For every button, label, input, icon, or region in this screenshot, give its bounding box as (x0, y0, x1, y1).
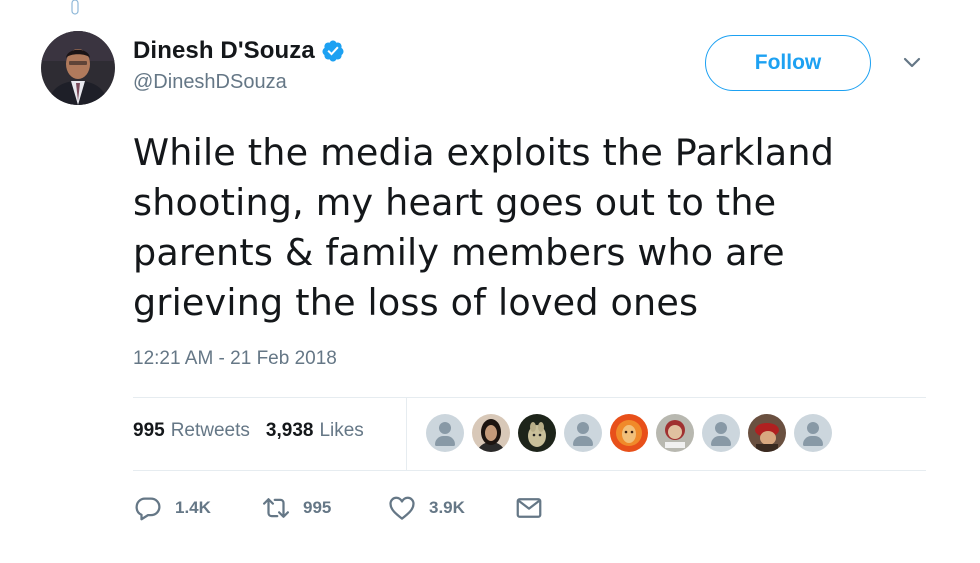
tweet-line: grieving the loss of loved ones (133, 281, 699, 324)
likes-label: Likes (319, 420, 364, 441)
liker-avatar[interactable] (426, 414, 464, 452)
reply-button[interactable]: 1.4K (133, 493, 261, 523)
likes-count: 3,938 (265, 420, 314, 441)
tweet-line: parents & family members who are (133, 231, 785, 274)
divider (406, 398, 407, 470)
verified-badge-icon (322, 40, 344, 62)
retweets-stat[interactable]: 995 Retweets (133, 420, 250, 442)
liker-avatar[interactable] (472, 414, 510, 452)
divider (133, 470, 926, 471)
liker-avatar[interactable] (610, 414, 648, 452)
like-count: 3.9K (429, 498, 465, 517)
retweets-label: Retweets (170, 420, 250, 441)
direct-message-button[interactable] (514, 493, 544, 523)
retweet-icon (263, 498, 289, 518)
heart-icon (389, 496, 415, 520)
reply-count: 1.4K (175, 498, 211, 517)
liker-avatars (426, 414, 840, 452)
liker-avatar[interactable] (794, 414, 832, 452)
reply-icon (135, 497, 161, 521)
likes-stat[interactable]: 3,938 Likes (266, 420, 364, 442)
bookmark-tab-icon (71, 0, 79, 15)
tweet-timestamp[interactable]: 12:21 AM - 21 Feb 2018 (133, 348, 337, 370)
retweets-count: 995 (133, 420, 165, 441)
follow-button[interactable]: Follow (705, 35, 871, 91)
tweet-text: While the media exploits the Parkland sh… (133, 128, 933, 328)
liker-avatar[interactable] (748, 414, 786, 452)
author-info: Dinesh D'Souza @DineshDSouza (133, 36, 345, 94)
chevron-down-icon[interactable] (902, 56, 922, 70)
liker-avatar[interactable] (656, 414, 694, 452)
liker-avatar[interactable] (518, 414, 556, 452)
liker-avatar[interactable] (702, 414, 740, 452)
tweet-actions: 1.4K 995 3.9K (133, 493, 544, 523)
tweet-line: While the media exploits the Parkland (133, 131, 835, 174)
retweet-count: 995 (303, 498, 332, 517)
liker-avatar[interactable] (564, 414, 602, 452)
like-button[interactable]: 3.9K (387, 493, 514, 523)
tweet-line: shooting, my heart goes out to the (133, 181, 777, 224)
divider (133, 397, 926, 398)
author-handle[interactable]: @DineshDSouza (133, 71, 345, 94)
author-display-name[interactable]: Dinesh D'Souza (133, 37, 315, 65)
envelope-icon (516, 498, 542, 518)
retweet-button[interactable]: 995 (261, 493, 387, 523)
tweet-stats: 995 Retweets 3,938 Likes (133, 420, 364, 442)
author-avatar[interactable] (41, 31, 115, 105)
